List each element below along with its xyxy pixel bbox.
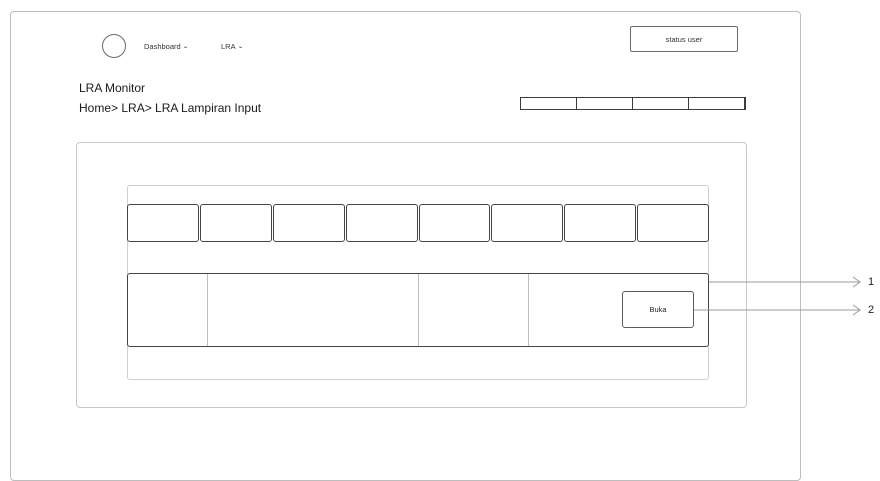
callout-number-1: 1 [868, 276, 875, 288]
callout-arrows [694, 276, 861, 316]
callout-number-2: 2 [868, 304, 875, 316]
